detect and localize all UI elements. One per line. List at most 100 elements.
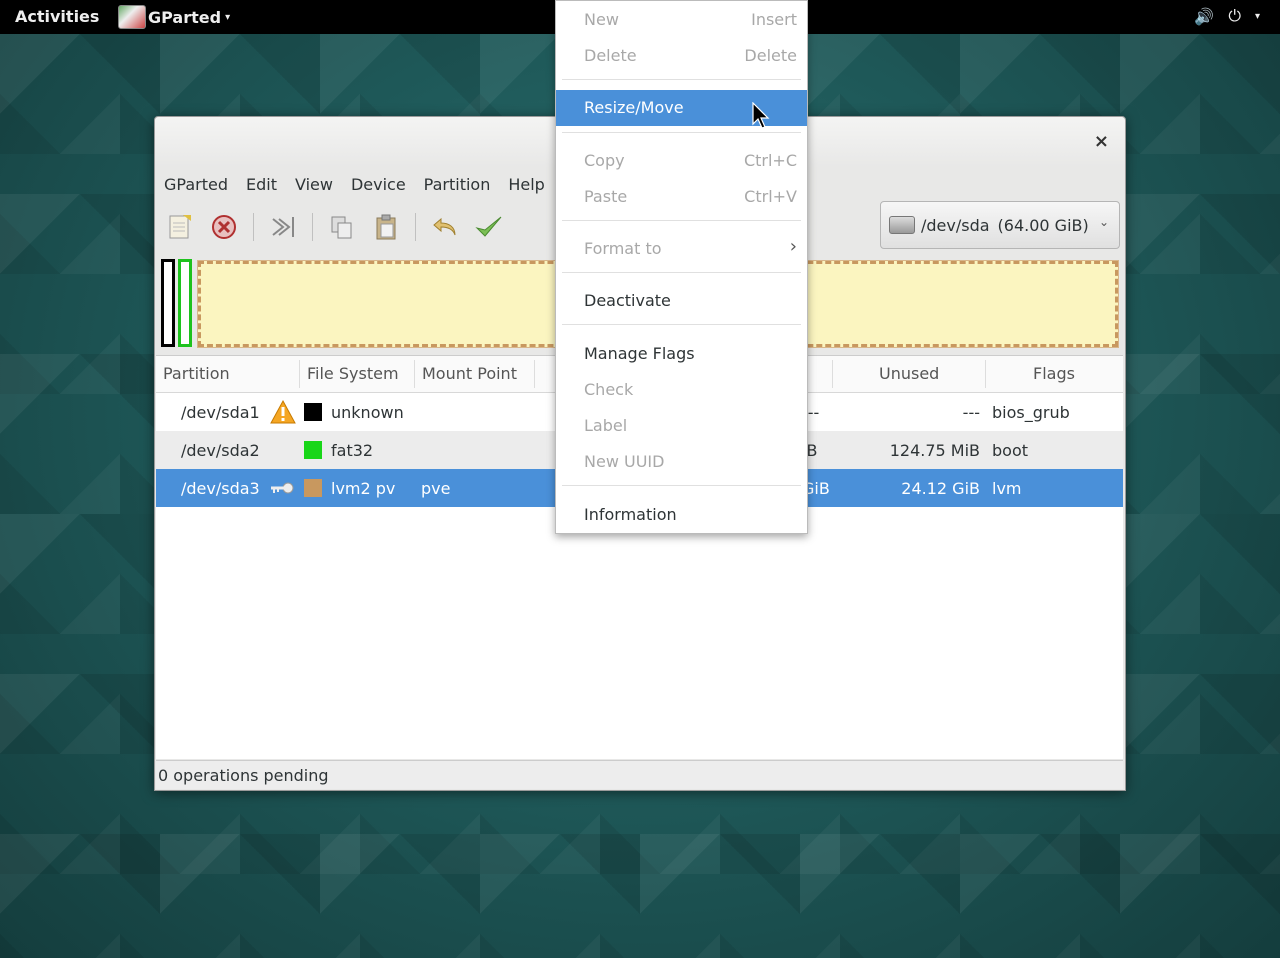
menu-item-new-uuid[interactable]: New UUID	[556, 444, 807, 480]
menu-item-check[interactable]: Check	[556, 372, 807, 408]
menu-gparted[interactable]: GParted	[155, 175, 237, 194]
copy-icon	[331, 216, 352, 239]
menu-item-label: Resize/Move	[584, 98, 684, 117]
toolbar-separator	[253, 213, 254, 241]
app-menu-label: GParted	[148, 7, 222, 27]
partition-context-menu: New Insert Delete Delete Resize/Move Cop…	[555, 0, 808, 534]
filesystem-name: fat32	[331, 441, 374, 460]
menu-item-manage-flags[interactable]: Manage Flags	[556, 336, 807, 372]
menu-item-label: New UUID	[584, 452, 665, 471]
menu-item-label: Copy	[584, 151, 625, 170]
menu-item-label: New	[584, 10, 619, 29]
flags-value: lvm	[992, 479, 1022, 498]
menu-item-information[interactable]: Information	[556, 497, 807, 533]
menu-help[interactable]: Help	[499, 175, 553, 194]
menu-item-label: Deactivate	[584, 291, 671, 310]
menu-separator	[562, 324, 801, 325]
partition-name: /dev/sda3	[181, 479, 260, 498]
menu-item-deactivate[interactable]: Deactivate	[556, 283, 807, 319]
menu-separator	[562, 79, 801, 80]
checkmark-icon	[475, 216, 502, 237]
operations-pending-text: 0 operations pending	[158, 766, 329, 785]
gparted-app-icon	[118, 5, 146, 29]
menu-item-label: Information	[584, 505, 677, 524]
column-header-filesystem[interactable]: File System	[307, 364, 399, 383]
toolbar-separator	[312, 213, 313, 241]
column-header-unused[interactable]: Unused	[879, 364, 939, 383]
volume-icon[interactable]: 🔊	[1194, 7, 1214, 26]
paste-button[interactable]	[371, 212, 401, 242]
filesystem-color-swatch	[304, 441, 322, 459]
menu-separator	[562, 272, 801, 273]
filesystem-name: lvm2 pv	[331, 479, 396, 498]
warning-icon	[270, 399, 296, 424]
unused-value: ---	[962, 403, 980, 422]
flags-value: bios_grub	[992, 403, 1070, 422]
power-icon[interactable]: ⏻	[1228, 6, 1241, 26]
menu-item-copy[interactable]: Copy Ctrl+C	[556, 143, 807, 179]
device-selector[interactable]: /dev/sda (64.00 GiB) ⌄	[880, 201, 1120, 249]
partition-block-sda1[interactable]	[161, 259, 175, 347]
app-menu-caret-icon: ▾	[225, 11, 231, 23]
menu-partition[interactable]: Partition	[415, 175, 500, 194]
menu-item-label: Delete	[584, 46, 637, 65]
menu-item-new[interactable]: New Insert	[556, 2, 807, 38]
menu-item-accelerator: Delete	[744, 46, 797, 65]
filesystem-color-swatch	[304, 403, 322, 421]
toolbar-separator	[415, 213, 416, 241]
device-size: (64.00 GiB)	[997, 215, 1089, 235]
status-bar: 0 operations pending	[156, 760, 1123, 789]
menu-device[interactable]: Device	[342, 175, 415, 194]
menu-item-label: Check	[584, 380, 634, 399]
system-tray[interactable]: 🔊 ⏻ ▾	[1194, 6, 1260, 26]
key-icon	[271, 482, 294, 494]
menu-item-accelerator: Ctrl+C	[743, 151, 797, 170]
resize-arrow-icon	[272, 217, 294, 237]
paste-icon	[376, 214, 396, 240]
menu-item-label: Label	[584, 416, 628, 435]
menu-view[interactable]: View	[286, 175, 342, 194]
column-header-partition[interactable]: Partition	[163, 364, 230, 383]
undo-button[interactable]	[430, 212, 460, 242]
close-window-button[interactable]: ×	[1094, 131, 1109, 152]
system-menu-caret-icon[interactable]: ▾	[1255, 11, 1260, 22]
new-partition-button[interactable]	[165, 212, 195, 242]
chevron-down-icon: ⌄	[1098, 215, 1109, 229]
column-header-flags[interactable]: Flags	[1033, 364, 1075, 383]
menu-item-accelerator: Ctrl+V	[744, 187, 797, 206]
copy-button[interactable]	[327, 212, 357, 242]
menu-item-delete[interactable]: Delete Delete	[556, 38, 807, 74]
menu-edit[interactable]: Edit	[237, 175, 286, 194]
menu-item-format-to[interactable]: Format to ›	[556, 231, 807, 267]
menu-item-paste[interactable]: Paste Ctrl+V	[556, 179, 807, 215]
apply-button[interactable]	[474, 212, 504, 242]
resize-move-button[interactable]	[268, 212, 298, 242]
submenu-arrow-icon: ›	[789, 236, 797, 257]
unused-value: 24.12 GiB	[901, 479, 980, 498]
delete-partition-button[interactable]	[209, 212, 239, 242]
activities-button[interactable]: Activities	[15, 7, 99, 26]
menubar: GParted Edit View Device Partition Help	[155, 169, 554, 199]
mouse-pointer-icon	[752, 102, 770, 129]
menu-item-label: Paste	[584, 187, 628, 206]
app-menu[interactable]: GParted ▾	[118, 4, 230, 30]
device-name: /dev/sda	[921, 215, 990, 235]
new-document-icon	[169, 215, 191, 239]
menu-item-label-fs[interactable]: Label	[556, 408, 807, 444]
menu-separator	[562, 485, 801, 486]
menu-item-label: Format to	[584, 239, 662, 258]
unused-value: 124.75 MiB	[889, 441, 980, 460]
harddisk-icon	[889, 216, 915, 234]
column-header-mountpoint[interactable]: Mount Point	[422, 364, 517, 383]
menu-separator	[562, 132, 801, 133]
menu-item-accelerator: Insert	[751, 10, 797, 29]
partition-name: /dev/sda2	[181, 441, 260, 460]
menu-separator	[562, 220, 801, 221]
partition-name: /dev/sda1	[181, 403, 260, 422]
partition-block-sda2[interactable]	[178, 259, 192, 347]
menu-item-label: Manage Flags	[584, 344, 695, 363]
toolbar	[165, 207, 504, 247]
undo-icon	[433, 217, 456, 236]
filesystem-name: unknown	[331, 403, 404, 422]
filesystem-color-swatch	[304, 479, 322, 497]
